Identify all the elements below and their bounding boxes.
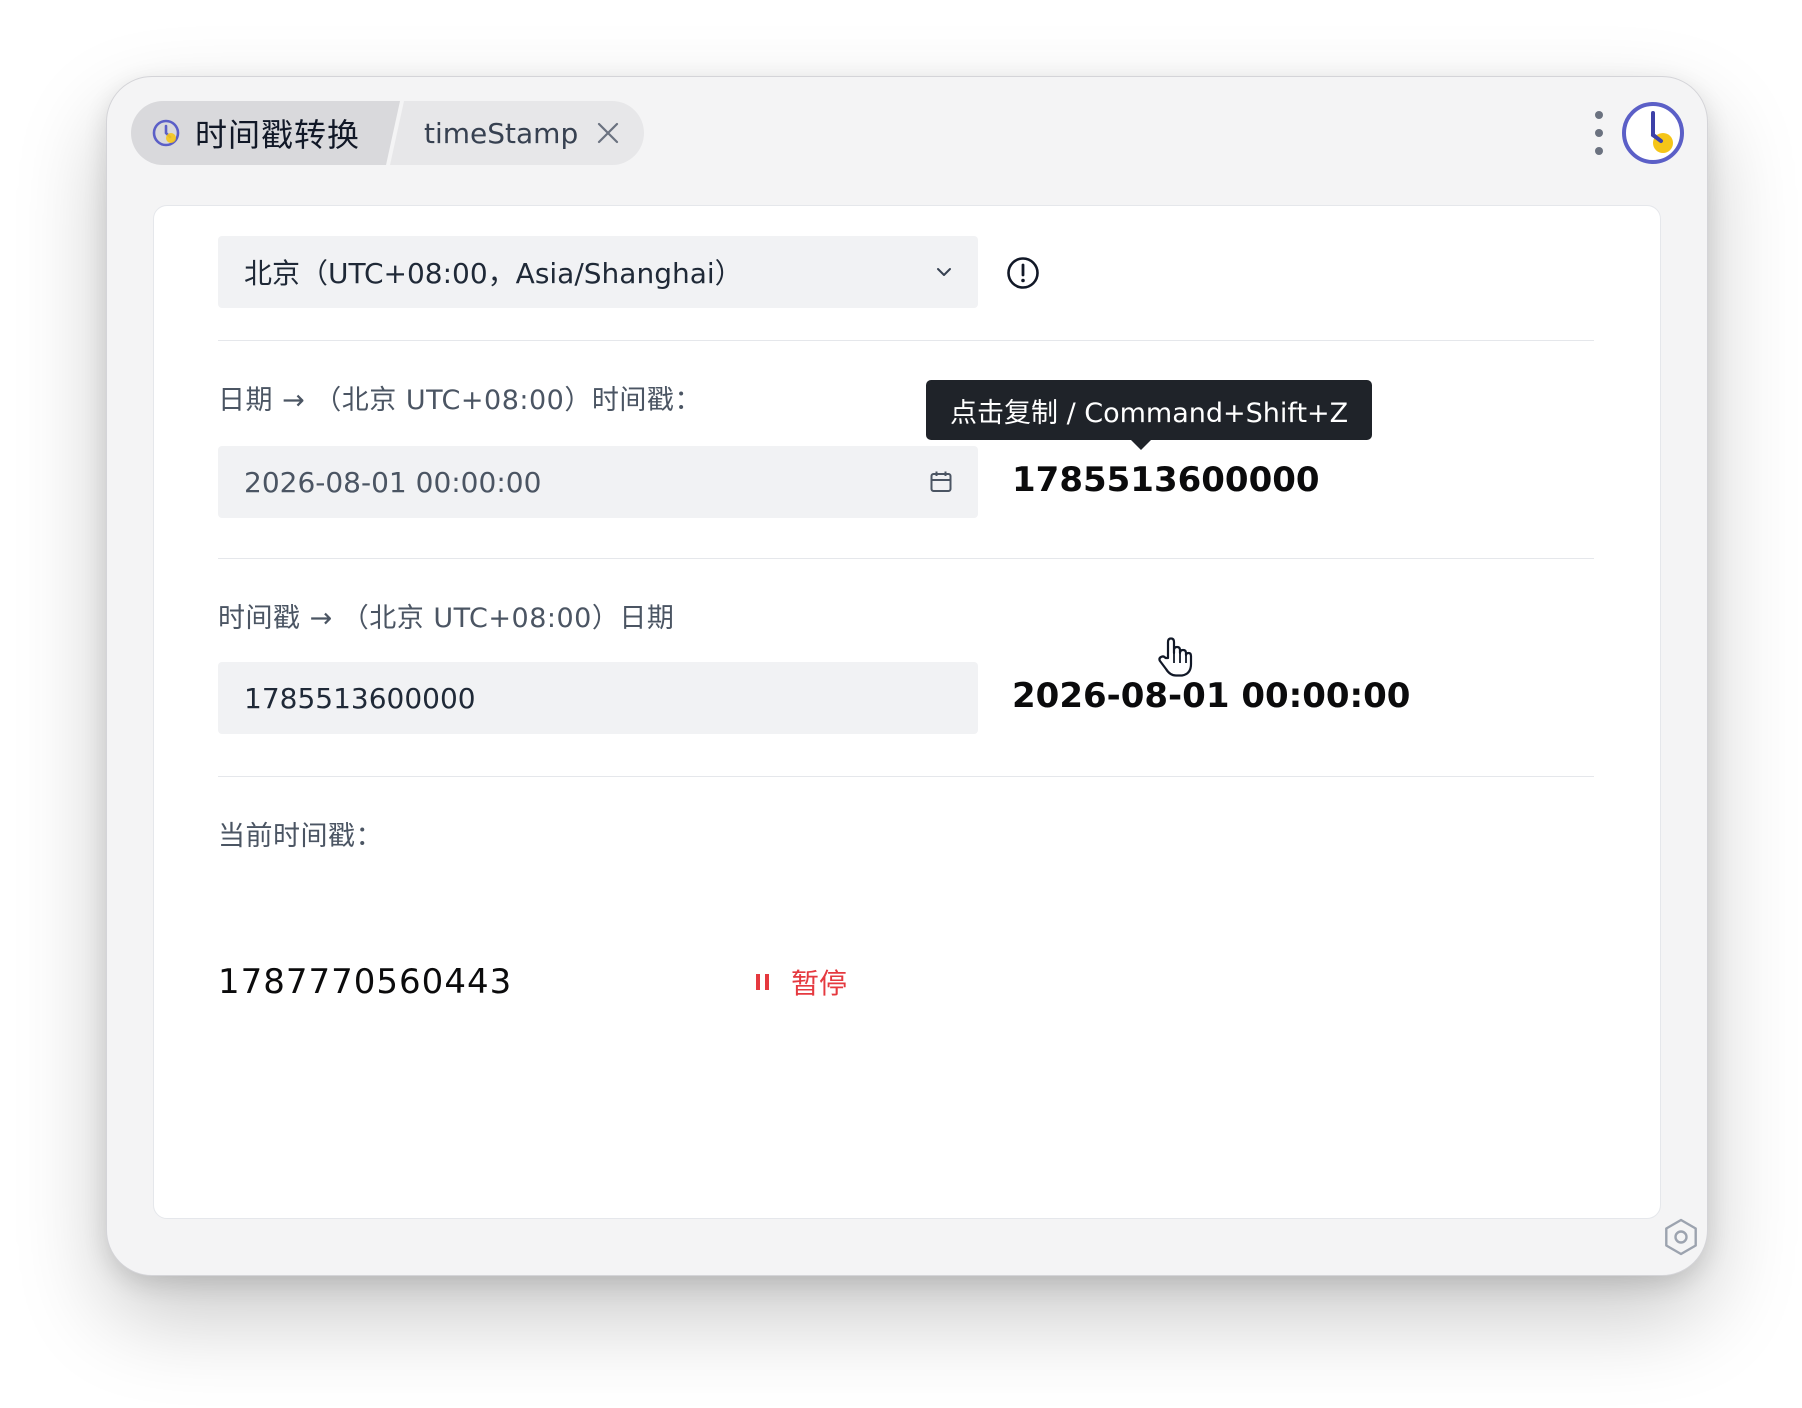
calendar-icon[interactable] [928, 469, 954, 495]
timezone-select[interactable]: 北京（UTC+08:00，Asia/Shanghai） [218, 236, 978, 308]
hand-cursor-icon [1158, 637, 1193, 677]
converter-card: 北京（UTC+08:00，Asia/Shanghai） 日期 → （北京 UTC… [153, 205, 1661, 1219]
current-timestamp-label: 当前时间戳： [218, 821, 383, 852]
clock-app-icon[interactable] [1619, 99, 1687, 167]
pause-label: 暂停 [791, 967, 848, 1000]
info-circle-icon[interactable] [1006, 256, 1040, 290]
pause-button[interactable]: 暂停 [756, 962, 847, 1002]
tab-timestamp-converter[interactable]: 时间戳转换 [131, 101, 400, 165]
date-to-timestamp-label: 日期 → （北京 UTC+08:00）时间戳： [218, 385, 702, 416]
divider [218, 776, 1594, 777]
timestamp-input-value: 1785513600000 [244, 681, 476, 715]
timestamp-result[interactable]: 1785513600000 [1012, 460, 1320, 500]
current-timestamp-value[interactable]: 1787770560443 [218, 962, 512, 1002]
tab-title: 时间戳转换 [195, 116, 361, 154]
chevron-down-icon [937, 268, 951, 276]
tab-subtitle[interactable]: timeStamp [390, 101, 645, 165]
pause-icon [756, 974, 769, 990]
app-window: 时间戳转换 timeStamp 北京（UTC+08:00，Asia/Shangh… [106, 76, 1708, 1276]
settings-icon[interactable] [1661, 1217, 1701, 1257]
divider [218, 340, 1594, 341]
clock-icon [151, 118, 181, 148]
tab-bar: 时间戳转换 timeStamp [131, 101, 645, 165]
timestamp-to-date-label: 时间戳 → （北京 UTC+08:00）日期 [218, 603, 675, 634]
divider [218, 558, 1594, 559]
tab-sub-label: timeStamp [424, 116, 579, 150]
timezone-selected: 北京（UTC+08:00，Asia/Shanghai） [244, 257, 743, 290]
close-icon[interactable] [596, 121, 620, 145]
timestamp-input[interactable]: 1785513600000 [218, 662, 978, 734]
date-input-value: 2026-08-01 00:00:00 [244, 465, 542, 499]
date-input[interactable]: 2026-08-01 00:00:00 [218, 446, 978, 518]
more-vertical-icon[interactable] [1588, 111, 1610, 155]
copy-tooltip: 点击复制 / Command+Shift+Z [926, 380, 1373, 450]
date-result[interactable]: 2026-08-01 00:00:00 [1012, 676, 1410, 716]
